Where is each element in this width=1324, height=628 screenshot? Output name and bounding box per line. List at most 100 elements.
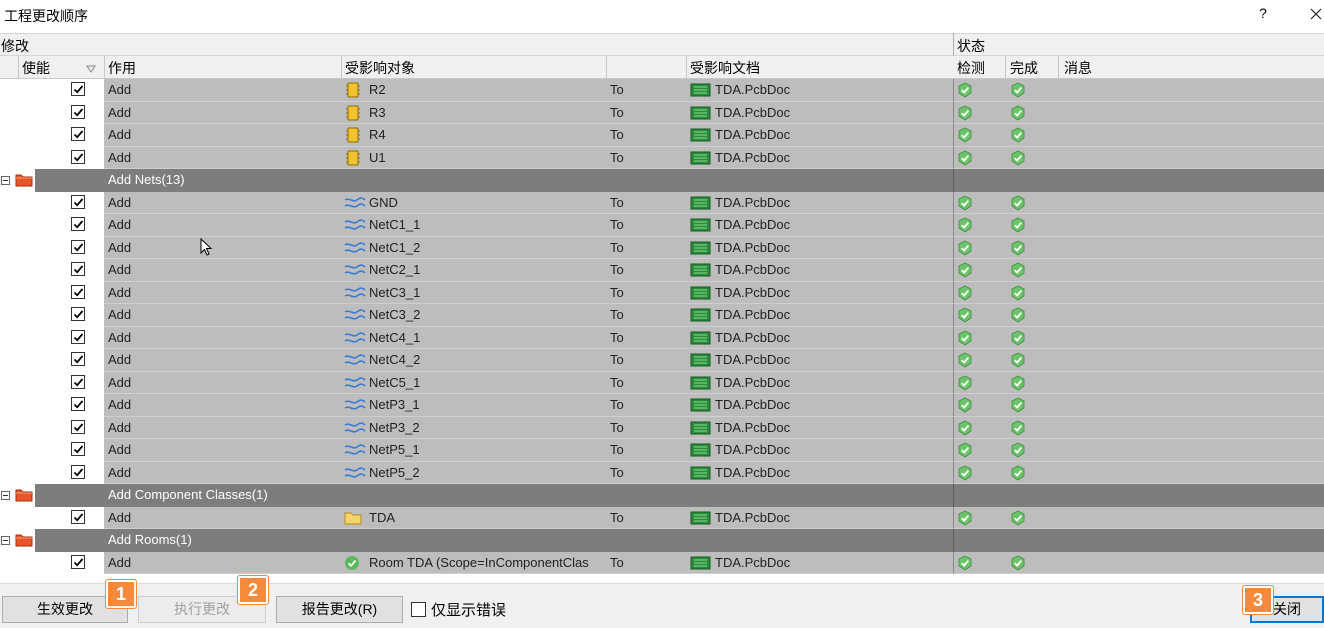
affected-object-cell: NetC1_1 — [369, 217, 421, 232]
enable-checkbox[interactable] — [71, 127, 85, 141]
affected-document-cell: TDA.PcbDoc — [715, 397, 791, 412]
check-status-icon — [957, 420, 973, 436]
group-row[interactable]: Add Component Classes(1) — [0, 484, 1324, 507]
action-cell: Add — [108, 509, 132, 525]
table-row[interactable]: Add NetC4_2 To TDA.PcbDoc — [0, 349, 1324, 372]
table-row[interactable]: Add NetC1_2 To TDA.PcbDoc — [0, 236, 1324, 259]
table-row[interactable]: Add NetC3_2 To TDA.PcbDoc — [0, 304, 1324, 327]
pcb-doc-icon — [690, 308, 711, 322]
action-cell: Add — [108, 419, 132, 435]
collapse-toggle-icon[interactable] — [1, 176, 10, 185]
action-cell: Add — [108, 104, 132, 120]
done-status-icon — [1010, 330, 1026, 346]
header-action[interactable]: 作用 — [108, 58, 136, 78]
table-row[interactable]: Add NetC2_1 To TDA.PcbDoc — [0, 259, 1324, 282]
action-cell: Add — [108, 464, 132, 480]
check-status-icon — [957, 82, 973, 98]
done-status-icon — [1010, 465, 1026, 481]
enable-checkbox[interactable] — [71, 104, 85, 119]
action-cell: Add — [108, 284, 132, 300]
action-cell: Add — [108, 442, 132, 457]
table-row[interactable]: Add NetP5_2 To TDA.PcbDoc — [0, 461, 1324, 484]
to-cell: To — [610, 284, 624, 300]
check-status-icon — [957, 105, 973, 121]
enable-checkbox[interactable] — [71, 262, 85, 276]
enable-checkbox[interactable] — [71, 284, 85, 299]
pcb-doc-icon — [690, 556, 711, 570]
to-cell: To — [610, 554, 624, 570]
header-enable[interactable]: 使能 — [22, 58, 50, 78]
header-affected-document[interactable]: 受影响文档 — [690, 58, 760, 78]
done-status-icon — [1010, 195, 1026, 211]
enable-checkbox[interactable] — [71, 307, 85, 321]
pcb-doc-icon — [690, 218, 711, 232]
affected-object-cell: NetC5_1 — [369, 374, 421, 390]
header-message[interactable]: 消息 — [1064, 58, 1092, 78]
table-row[interactable]: Add NetC4_1 To TDA.PcbDoc — [0, 326, 1324, 349]
table-row[interactable]: Add NetP3_1 To TDA.PcbDoc — [0, 394, 1324, 417]
enable-checkbox[interactable] — [71, 82, 85, 96]
to-cell: To — [610, 442, 624, 457]
collapse-toggle-icon[interactable] — [1, 491, 10, 500]
enable-checkbox[interactable] — [71, 397, 85, 411]
check-status-icon — [957, 240, 973, 256]
folder-icon — [15, 487, 33, 502]
table-row[interactable]: Add NetC3_1 To TDA.PcbDoc — [0, 281, 1324, 304]
net-icon — [344, 240, 366, 256]
pcb-doc-icon — [690, 83, 711, 97]
enable-checkbox[interactable] — [71, 194, 85, 209]
enable-checkbox[interactable] — [71, 464, 85, 479]
help-button[interactable]: ? — [1256, 5, 1270, 21]
table-row[interactable]: Add R3 To TDA.PcbDoc — [0, 101, 1324, 124]
enable-checkbox[interactable] — [71, 239, 85, 254]
filter-icon[interactable] — [86, 63, 96, 73]
done-status-icon — [1010, 375, 1026, 391]
window-title: 工程更改顺序 — [4, 8, 88, 24]
only-show-errors-checkbox[interactable] — [411, 602, 426, 617]
report-changes-button[interactable]: 报告更改(R) — [276, 596, 403, 623]
done-status-icon — [1010, 127, 1026, 143]
check-status-icon — [957, 352, 973, 368]
net-icon — [344, 307, 366, 323]
table-row[interactable]: Add GND To TDA.PcbDoc — [0, 191, 1324, 214]
header-check[interactable]: 检测 — [957, 58, 985, 78]
component-icon — [344, 82, 362, 98]
table-row[interactable]: Add Room TDA (Scope=InComponentClas To TDA.… — [0, 551, 1324, 574]
table-row[interactable]: Add NetP3_2 To TDA.PcbDoc — [0, 416, 1324, 439]
header-done[interactable]: 完成 — [1010, 58, 1038, 78]
enable-checkbox[interactable] — [71, 554, 85, 569]
table-row[interactable]: Add U1 To TDA.PcbDoc — [0, 146, 1324, 169]
affected-object-cell: NetC4_2 — [369, 352, 421, 367]
header-affected-object[interactable]: 受影响对象 — [345, 58, 415, 78]
table-row[interactable]: Add R2 To TDA.PcbDoc — [0, 79, 1324, 102]
collapse-toggle-icon[interactable] — [1, 536, 10, 545]
pcb-doc-icon — [690, 398, 711, 412]
enable-checkbox[interactable] — [71, 419, 85, 434]
table-row[interactable]: Add NetC1_1 To TDA.PcbDoc — [0, 214, 1324, 237]
table-row[interactable]: Add R4 To TDA.PcbDoc — [0, 124, 1324, 147]
affected-document-cell: TDA.PcbDoc — [715, 217, 791, 232]
to-cell: To — [610, 419, 624, 435]
pcb-doc-icon — [690, 128, 711, 142]
group-row[interactable]: Add Nets(13) — [0, 169, 1324, 192]
affected-object-cell: U1 — [369, 149, 386, 165]
enable-checkbox[interactable] — [71, 329, 85, 344]
affected-document-cell: TDA.PcbDoc — [715, 284, 791, 300]
group-row[interactable]: Add Rooms(1) — [0, 529, 1324, 552]
table-row[interactable]: Add TDA To TDA.PcbDoc — [0, 506, 1324, 529]
done-status-icon — [1010, 285, 1026, 301]
done-status-icon — [1010, 420, 1026, 436]
enable-checkbox[interactable] — [71, 374, 85, 389]
enable-checkbox[interactable] — [71, 442, 85, 456]
enable-checkbox[interactable] — [71, 509, 85, 524]
close-icon[interactable] — [1308, 5, 1324, 23]
enable-checkbox[interactable] — [71, 217, 85, 231]
table-row[interactable]: Add NetC5_1 To TDA.PcbDoc — [0, 371, 1324, 394]
net-icon — [344, 330, 366, 346]
pcb-doc-icon — [690, 443, 711, 457]
net-icon — [344, 217, 366, 233]
to-cell: To — [610, 262, 624, 277]
enable-checkbox[interactable] — [71, 149, 85, 164]
table-row[interactable]: Add NetP5_1 To TDA.PcbDoc — [0, 439, 1324, 462]
enable-checkbox[interactable] — [71, 352, 85, 366]
